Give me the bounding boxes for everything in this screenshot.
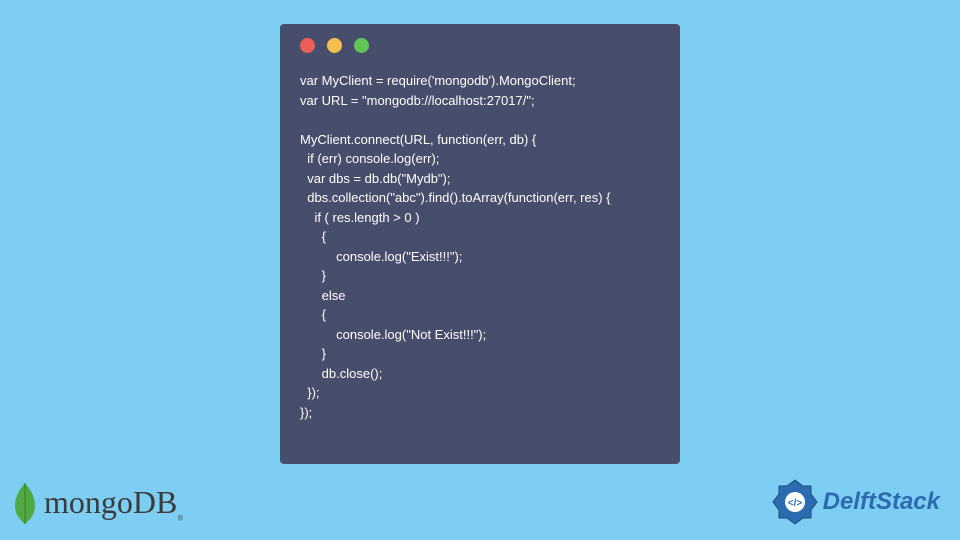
code-line: }: [300, 346, 326, 361]
code-line: console.log("Not Exist!!!");: [300, 327, 486, 342]
minimize-icon: [327, 38, 342, 53]
code-line: db.close();: [300, 366, 382, 381]
code-line: {: [300, 307, 326, 322]
code-line: MyClient.connect(URL, function(err, db) …: [300, 132, 536, 147]
code-line: else: [300, 288, 346, 303]
mongodb-text: mongoDB®: [44, 484, 183, 522]
close-icon: [300, 38, 315, 53]
mongodb-trademark: ®: [177, 514, 183, 523]
code-line: {: [300, 229, 326, 244]
delftstack-text: DelftStack: [823, 488, 940, 516]
mongodb-label: mongoDB: [44, 484, 177, 520]
mongodb-leaf-icon: [10, 481, 40, 526]
svg-text:</>: </>: [787, 498, 802, 509]
delftstack-emblem-icon: </>: [771, 478, 819, 526]
mongodb-logo: mongoDB®: [10, 481, 183, 526]
code-line: });: [300, 385, 320, 400]
window-controls: [300, 38, 660, 53]
code-line: var MyClient = require('mongodb').MongoC…: [300, 73, 576, 88]
maximize-icon: [354, 38, 369, 53]
code-line: if (err) console.log(err);: [300, 151, 439, 166]
delftstack-logo: </> DelftStack: [771, 478, 940, 526]
code-line: var URL = "mongodb://localhost:27017/";: [300, 93, 535, 108]
code-line: var dbs = db.db("Mydb");: [300, 171, 451, 186]
code-line: console.log("Exist!!!");: [300, 249, 462, 264]
code-window: var MyClient = require('mongodb').MongoC…: [280, 24, 680, 464]
code-content: var MyClient = require('mongodb').MongoC…: [300, 71, 660, 422]
code-line: });: [300, 405, 312, 420]
code-line: }: [300, 268, 326, 283]
code-line: dbs.collection("abc").find().toArray(fun…: [300, 190, 611, 205]
code-line: if ( res.length > 0 ): [300, 210, 420, 225]
